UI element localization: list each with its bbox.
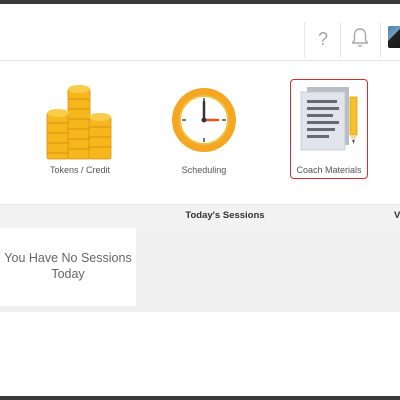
- notifications-button[interactable]: [348, 26, 372, 50]
- page-body: [0, 312, 400, 396]
- scheduling-label: Scheduling: [181, 165, 227, 175]
- selection-highlight: [290, 79, 368, 179]
- window-frame-bottom: [0, 396, 400, 400]
- todays-sessions-heading: Today's Sessions: [185, 210, 265, 221]
- top-bar: ?: [0, 4, 400, 61]
- tokens-credit-tile[interactable]: Tokens / Credit: [30, 61, 130, 204]
- sessions-header: Today's Sessions V: [0, 204, 400, 229]
- bell-icon: [351, 28, 369, 47]
- tokens-credit-label: Tokens / Credit: [49, 165, 111, 175]
- divider: [340, 22, 341, 58]
- empty-sessions-message: You Have No Sessions Today: [4, 251, 132, 281]
- avatar[interactable]: [388, 26, 400, 48]
- empty-sessions-card: You Have No Sessions Today: [0, 228, 136, 306]
- help-button[interactable]: ?: [308, 24, 338, 54]
- clock-icon: [172, 88, 236, 152]
- question-mark-icon: ?: [317, 29, 328, 49]
- divider: [304, 22, 305, 58]
- scheduling-tile[interactable]: Scheduling: [154, 61, 254, 204]
- divider: [380, 22, 381, 58]
- next-column-heading: V: [394, 210, 400, 221]
- coin-stacks-icon: [46, 85, 112, 160]
